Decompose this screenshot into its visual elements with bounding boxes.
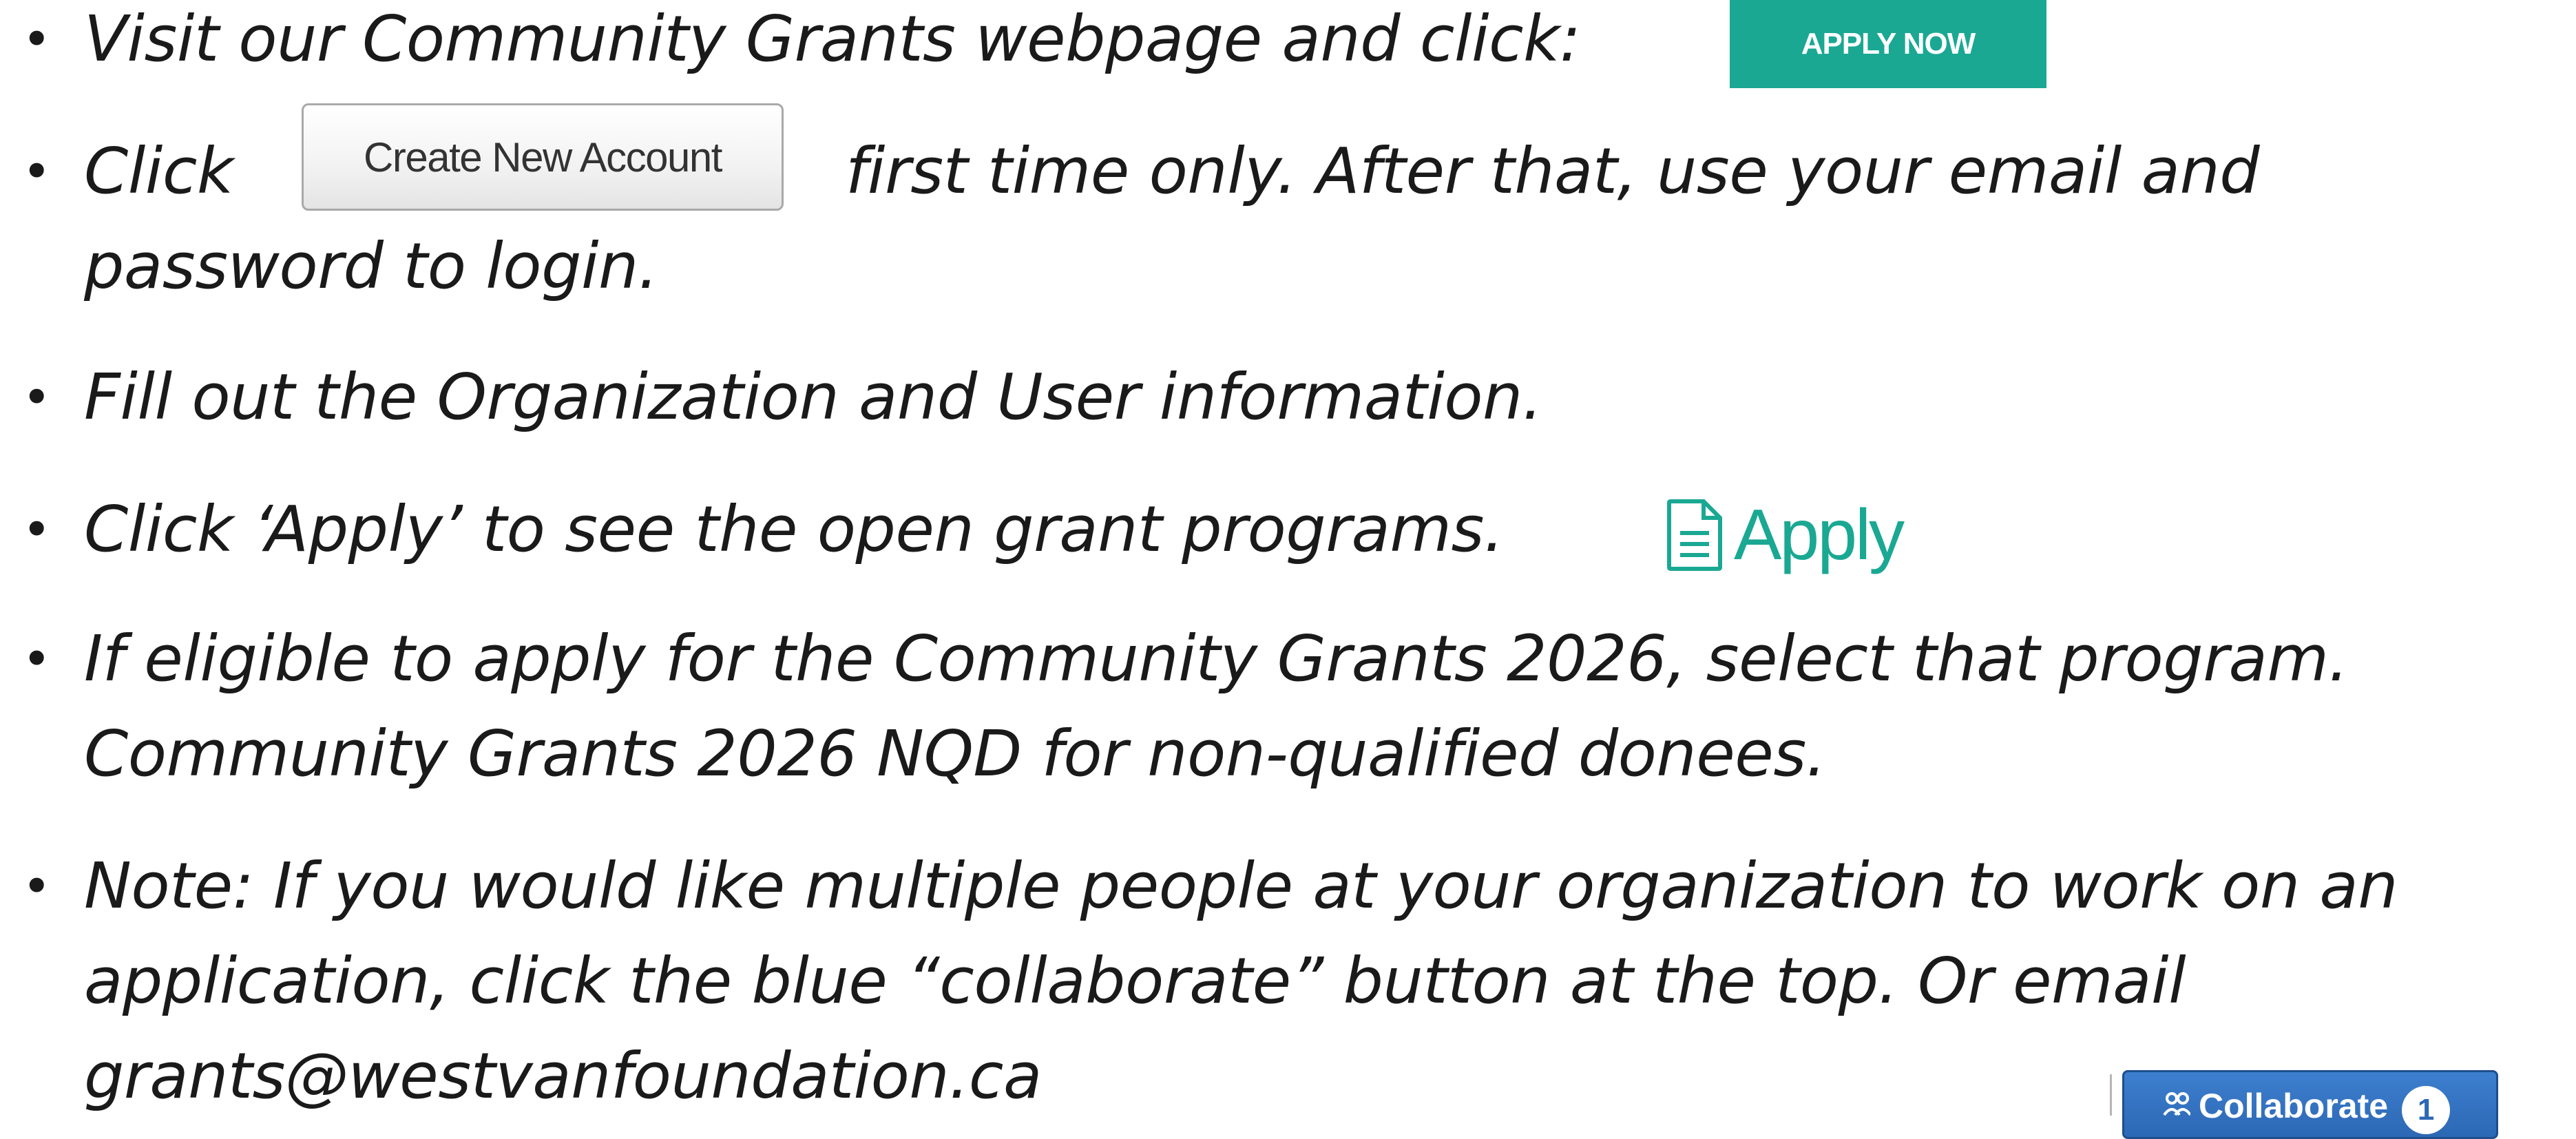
collaborate-label: Collaborate	[2199, 1087, 2389, 1125]
divider	[2110, 1074, 2112, 1116]
email-address: grants@westvanfoundation.ca	[84, 1039, 1042, 1113]
step-2-text-rest: first time only. After that, use your em…	[846, 134, 2260, 208]
bullet: •	[22, 143, 51, 200]
step-5-text-line-2: Community Grants 2026 NQD for non-qualif…	[84, 717, 1826, 791]
bullet: •	[22, 857, 51, 915]
step-2-text-click: Click	[84, 134, 233, 208]
bullet: •	[22, 10, 51, 68]
step-3-text: Fill out the Organization and User infor…	[84, 360, 1542, 434]
bullet: •	[22, 501, 51, 558]
apply-now-button[interactable]: APPLY NOW	[1730, 0, 2046, 88]
step-1-text: Visit our Community Grants webpage and c…	[84, 2, 1581, 76]
step-2-text-line-2: password to login.	[84, 229, 658, 303]
step-5-text-line-1: If eligible to apply for the Community G…	[84, 622, 2349, 696]
bullet: •	[22, 630, 51, 688]
step-6-text-line-2: application, click the blue “collaborate…	[84, 944, 2186, 1018]
collaborate-button[interactable]: Collaborate 1	[2122, 1070, 2498, 1139]
step-4-text: Click ‘Apply’ to see the open grant prog…	[84, 492, 1504, 566]
collaborate-count-badge: 1	[2402, 1086, 2451, 1134]
step-6-text-line-1: Note: If you would like multiple people …	[84, 849, 2398, 923]
bullet: •	[22, 368, 51, 426]
apply-button-label: Apply	[1734, 494, 1905, 575]
users-icon	[2163, 1092, 2190, 1116]
create-new-account-button[interactable]: Create New Account	[302, 103, 784, 211]
document-icon	[1667, 499, 1722, 571]
apply-button[interactable]: Apply	[1666, 490, 1905, 580]
